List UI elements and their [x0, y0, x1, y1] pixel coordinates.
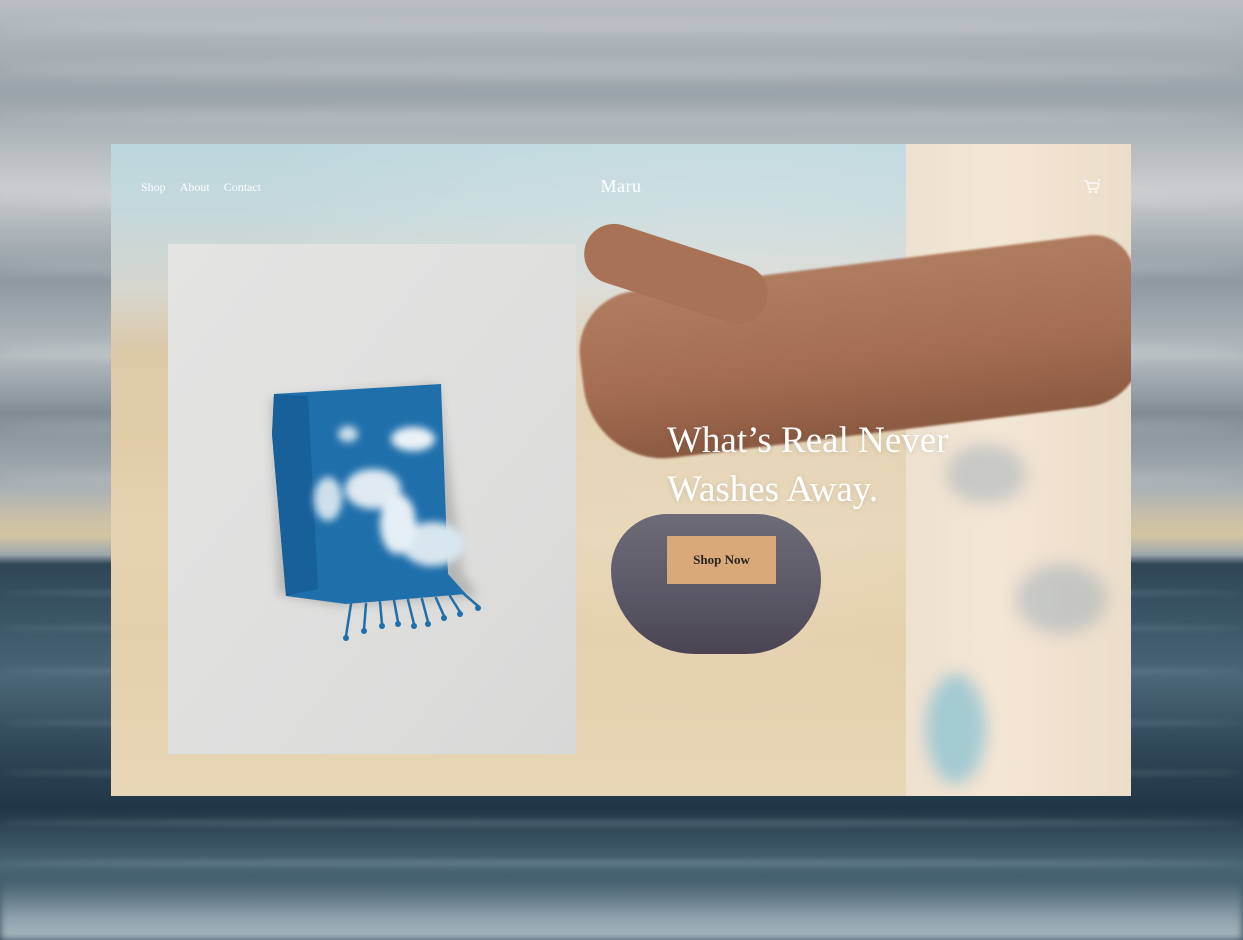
cart-icon-graphic: [1084, 179, 1100, 194]
dyed-hand-photo: [611, 514, 821, 654]
site-preview: Shop About Contact Maru What’s Real Neve…: [111, 144, 1131, 796]
product-image[interactable]: [168, 244, 576, 754]
wave-streak: [0, 820, 1243, 826]
brand-logo[interactable]: Maru: [111, 176, 1131, 197]
hero-headline-line-1: What’s Real Never: [667, 420, 949, 461]
hero-headline-line-2: Washes Away.: [667, 469, 879, 510]
shop-now-button[interactable]: Shop Now: [667, 536, 776, 584]
wave-foam: [0, 880, 1243, 940]
cloud-streak: [0, 60, 1243, 80]
cloud-streak: [0, 110, 1243, 124]
dye-stain: [1016, 564, 1106, 634]
wave-streak: [0, 860, 1243, 866]
cart-icon[interactable]: [1083, 178, 1101, 196]
hero-headline: What’s Real Never Washes Away.: [667, 416, 997, 514]
background-seascape: Shop About Contact Maru What’s Real Neve…: [0, 0, 1243, 940]
dye-stain: [926, 674, 986, 784]
cloud-streak: [0, 20, 1243, 34]
tie-dye-towel-image: [271, 384, 481, 641]
